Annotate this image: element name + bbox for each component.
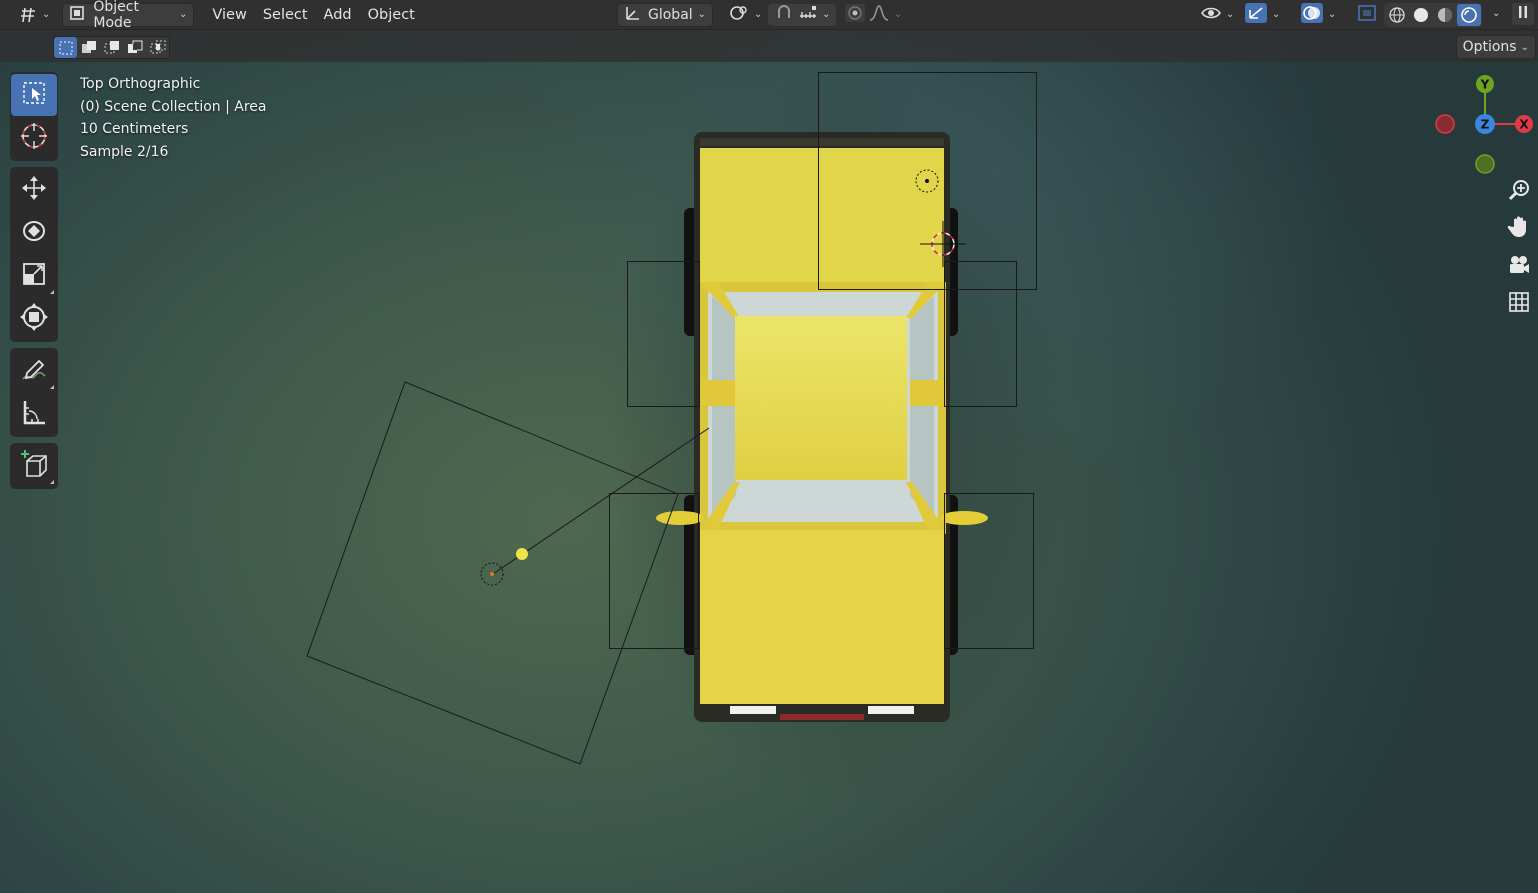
tool-shelf (10, 72, 58, 495)
select-intersect-icon[interactable] (146, 37, 169, 58)
tool-cursor[interactable] (11, 117, 57, 159)
tool-annotate[interactable] (11, 350, 57, 392)
select-box-icon (21, 80, 47, 110)
select-subtract-icon[interactable] (100, 37, 123, 58)
orientation-label: Global (648, 6, 693, 23)
gizmo-y-label: Y (1480, 78, 1490, 92)
proportional-edit-icon (844, 3, 866, 27)
proportional-edit-toggle[interactable]: ⌄ (838, 3, 908, 27)
collection-info: (0) Scene Collection | Area (80, 98, 267, 115)
snap-target-icon (798, 4, 818, 26)
material-shading-icon[interactable] (1433, 4, 1457, 26)
xray-icon (1356, 3, 1378, 27)
selection-mode-group (53, 36, 170, 59)
viewport-header: ⌄ Object Mode ⌄ View Select Add Object G… (0, 0, 1538, 31)
select-invert-icon[interactable] (123, 37, 146, 58)
measure-icon (20, 398, 48, 430)
gizmo-neg-y-axis[interactable] (1475, 154, 1495, 174)
options-dropdown[interactable]: Options ⌄ (1455, 35, 1536, 59)
tool-rotate[interactable] (11, 212, 57, 254)
car-body (656, 132, 988, 722)
tool-scale[interactable] (11, 255, 57, 297)
shading-modes (1384, 3, 1482, 27)
gizmo-z-axis[interactable]: Z (1475, 114, 1495, 134)
visibility-dropdown[interactable]: ⌄ (1194, 4, 1240, 26)
tool-move[interactable] (11, 169, 57, 211)
transform-orientation-dropdown[interactable]: Global ⌄ (617, 2, 713, 27)
viewport-info-overlay: Top Orthographic (0) Scene Collection | … (80, 73, 267, 163)
gizmo-toggle[interactable]: ⌄ (1238, 2, 1286, 28)
editor-type-button[interactable]: ⌄ (12, 4, 56, 26)
shading-options-chevron-icon[interactable]: ⌄ (1492, 8, 1500, 19)
camera-view-button[interactable] (1502, 250, 1536, 284)
gizmo-y-axis[interactable]: Y (1476, 75, 1494, 93)
orientation-icon (624, 5, 642, 25)
camera-view-icon (1507, 253, 1531, 281)
pan-hand-icon (1507, 215, 1531, 243)
tool-settings-bar: Options ⌄ (0, 30, 1538, 62)
solid-shading-icon[interactable] (1409, 4, 1433, 26)
add-cube-icon (19, 449, 49, 483)
gizmo-x-label: X (1519, 118, 1529, 132)
xray-toggle[interactable] (1350, 4, 1384, 26)
scale-icon (21, 261, 47, 291)
visibility-icon (1200, 4, 1222, 26)
pause-icon (1517, 5, 1529, 23)
gizmo-neg-x-axis[interactable] (1435, 114, 1455, 134)
render-sample: Sample 2/16 (80, 143, 169, 160)
pan-button[interactable] (1502, 212, 1536, 246)
menu-object[interactable]: Object (360, 7, 423, 23)
snap-toggle[interactable]: ⌄ (768, 3, 837, 26)
select-extend-icon[interactable] (77, 37, 100, 58)
wireframe-shading-icon[interactable] (1385, 4, 1409, 26)
view-name: Top Orthographic (80, 76, 201, 92)
pivot-icon (728, 4, 750, 26)
pause-render-button[interactable] (1512, 3, 1534, 25)
snap-icon (774, 4, 794, 26)
ortho-grid-icon (1508, 291, 1530, 317)
pivot-point-dropdown[interactable]: ⌄ (722, 4, 768, 26)
transform-icon (19, 302, 49, 336)
cursor-icon (19, 121, 49, 155)
editor-type-icon (18, 6, 38, 24)
object-mode-dropdown[interactable]: Object Mode ⌄ (62, 0, 195, 31)
tool-transform[interactable] (11, 298, 57, 340)
overlay-toggle[interactable]: ⌄ (1294, 2, 1342, 28)
menu-select[interactable]: Select (255, 7, 316, 23)
grid-scale: 10 Centimeters (80, 121, 189, 137)
annotate-icon (19, 355, 49, 387)
overlay-icon (1300, 2, 1324, 28)
select-new-icon[interactable] (54, 37, 77, 58)
gizmo-icon (1244, 2, 1268, 28)
tool-add-cube[interactable] (11, 445, 57, 487)
options-label: Options (1462, 39, 1517, 55)
navigation-gizmo[interactable]: Y X Z (1430, 70, 1538, 182)
tool-measure[interactable] (11, 393, 57, 435)
gizmo-x-axis[interactable]: X (1515, 115, 1533, 133)
zoom-button[interactable] (1502, 175, 1536, 209)
tool-select-box[interactable] (11, 74, 57, 116)
object-mode-label: Object Mode (93, 0, 139, 31)
object-mode-icon (69, 5, 87, 25)
rendered-shading-icon[interactable] (1457, 4, 1481, 26)
falloff-icon (868, 4, 890, 26)
zoom-icon (1507, 178, 1531, 206)
gizmo-z-label: Z (1481, 118, 1490, 132)
move-icon (20, 174, 48, 206)
menu-view[interactable]: View (204, 7, 254, 23)
menu-add[interactable]: Add (316, 7, 360, 23)
ortho-toggle-button[interactable] (1502, 287, 1536, 321)
rotate-icon (19, 217, 49, 249)
